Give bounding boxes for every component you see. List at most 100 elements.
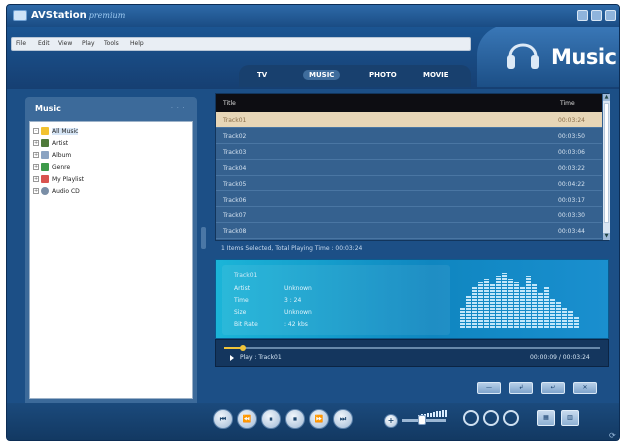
tab-photo[interactable]: PHOTO bbox=[363, 70, 403, 80]
menu-file[interactable]: File bbox=[16, 40, 26, 47]
tree-item-my-playlist[interactable]: + My Playlist bbox=[33, 174, 84, 184]
expand-icon[interactable]: - bbox=[33, 128, 39, 134]
tree-item-audio-cd[interactable]: + Audio CD bbox=[33, 186, 80, 196]
rewind-button[interactable]: ⏪ bbox=[237, 409, 257, 429]
tree-item-label: All Music bbox=[52, 127, 79, 135]
tree-item-all-music[interactable]: - All Music bbox=[33, 126, 79, 136]
scroll-down-icon[interactable]: ▼ bbox=[603, 233, 610, 240]
scroll-thumb[interactable] bbox=[604, 103, 609, 223]
seek-slider[interactable] bbox=[224, 345, 600, 351]
track-info-panel: Track01 Artist Unknown Time 3 : 24 Size … bbox=[215, 259, 609, 339]
track-duration: 00:03:50 bbox=[558, 132, 585, 140]
info-key: Bit Rate bbox=[234, 321, 258, 328]
expand-icon[interactable]: + bbox=[33, 140, 39, 146]
expand-icon[interactable]: + bbox=[33, 188, 39, 194]
skip-forward-button[interactable]: ⏭ bbox=[333, 409, 353, 429]
return-button[interactable]: ↲ bbox=[509, 382, 533, 394]
equalizer-bar bbox=[544, 287, 549, 328]
tree-item-label: Artist bbox=[52, 139, 69, 147]
now-playing-text: Play : Track01 bbox=[240, 354, 282, 361]
volume-meter-bar bbox=[436, 411, 438, 417]
volume-slider[interactable] bbox=[402, 415, 446, 425]
tab-movie[interactable]: MOVIE bbox=[417, 70, 455, 80]
menu-view[interactable]: View bbox=[58, 40, 72, 47]
resize-grip-icon[interactable]: ⟳ bbox=[609, 431, 616, 440]
pause-button[interactable]: ⏸ bbox=[261, 409, 281, 429]
library-panel-title: Music bbox=[35, 104, 61, 113]
headphones-icon bbox=[507, 43, 539, 69]
equalizer-bar bbox=[550, 299, 555, 328]
tree-item-label: Album bbox=[52, 151, 72, 159]
column-title[interactable]: Title bbox=[223, 100, 236, 107]
tree-item-album[interactable]: + Album bbox=[33, 150, 71, 160]
close-icon[interactable] bbox=[605, 10, 616, 21]
title-bar: AVStation premium bbox=[7, 5, 619, 27]
info-value: Unknown bbox=[284, 309, 312, 316]
minimize-icon[interactable] bbox=[577, 10, 588, 21]
volume-meter-bar bbox=[430, 412, 432, 417]
tree-item-genre[interactable]: + Genre bbox=[33, 162, 70, 172]
equalizer-bar bbox=[478, 282, 483, 328]
minimize-panel-button[interactable]: — bbox=[477, 382, 501, 394]
track-row[interactable]: Track06 00:03:17 bbox=[216, 192, 602, 208]
equalizer-bar bbox=[574, 316, 579, 328]
grid-view-button[interactable]: ▦ bbox=[537, 410, 555, 426]
fast-forward-button[interactable]: ⏩ bbox=[309, 409, 329, 429]
app-title: AVStation premium bbox=[31, 10, 126, 21]
column-time[interactable]: Time bbox=[560, 100, 575, 107]
info-key: Size bbox=[234, 309, 247, 316]
info-key: Time bbox=[234, 297, 249, 304]
expand-icon[interactable]: + bbox=[33, 152, 39, 158]
track-title: Track07 bbox=[223, 212, 247, 220]
close-panel-button[interactable]: ✕ bbox=[573, 382, 597, 394]
person-icon bbox=[41, 139, 49, 147]
vertical-scrollbar[interactable]: ▲ ▼ bbox=[603, 94, 610, 240]
genre-icon bbox=[41, 163, 49, 171]
equalizer-bar bbox=[490, 284, 495, 328]
tree-item-artist[interactable]: + Artist bbox=[33, 138, 68, 148]
playback-bar: Play : Track01 00:00:09 / 00:03:24 bbox=[215, 339, 609, 367]
mute-button[interactable]: + bbox=[384, 414, 398, 428]
expand-icon[interactable]: + bbox=[33, 164, 39, 170]
tree-item-label: Audio CD bbox=[52, 187, 80, 195]
menu-play[interactable]: Play bbox=[82, 40, 95, 47]
track-row[interactable]: Track07 00:03:30 bbox=[216, 207, 602, 224]
track-title: Track05 bbox=[223, 180, 247, 188]
track-row[interactable]: Track02 00:03:50 bbox=[216, 128, 602, 144]
stop-button[interactable]: ⏹ bbox=[285, 409, 305, 429]
menu-help[interactable]: Help bbox=[130, 40, 144, 47]
menu-tools[interactable]: Tools bbox=[104, 40, 119, 47]
restore-icon[interactable] bbox=[591, 10, 602, 21]
expand-icon[interactable]: + bbox=[33, 176, 39, 182]
repeat-one-icon[interactable] bbox=[483, 410, 499, 426]
equalizer-bar bbox=[502, 273, 507, 328]
equalizer-bar bbox=[568, 311, 573, 328]
skip-back-button[interactable]: ⏮ bbox=[213, 409, 233, 429]
panel-splitter[interactable] bbox=[201, 227, 206, 249]
track-row[interactable]: Track08 00:03:44 bbox=[216, 223, 602, 240]
repeat-icon[interactable] bbox=[463, 410, 479, 426]
track-duration: 00:03:44 bbox=[558, 228, 585, 236]
menu-edit[interactable]: Edit bbox=[38, 40, 50, 47]
volume-knob[interactable] bbox=[417, 415, 426, 425]
track-title: Track03 bbox=[223, 148, 247, 156]
seek-knob[interactable] bbox=[239, 345, 246, 351]
equalizer-bar bbox=[520, 287, 525, 328]
list-view-button[interactable]: ▥ bbox=[561, 410, 579, 426]
track-row[interactable]: Track04 00:03:22 bbox=[216, 160, 602, 176]
track-row[interactable]: Track01 00:03:24 bbox=[216, 112, 602, 128]
track-row[interactable]: Track05 00:04:22 bbox=[216, 176, 602, 192]
enter-button[interactable]: ↵ bbox=[541, 382, 565, 394]
tab-music[interactable]: MUSIC bbox=[303, 70, 341, 80]
library-tree: - All Music + Artist + Album + Genre + M… bbox=[29, 121, 193, 399]
scroll-up-icon[interactable]: ▲ bbox=[603, 94, 610, 101]
track-title: Track06 bbox=[223, 196, 247, 204]
track-row[interactable]: Track03 00:03:06 bbox=[216, 144, 602, 160]
equalizer-bar bbox=[514, 282, 519, 328]
shuffle-icon[interactable] bbox=[503, 410, 519, 426]
app-logo-icon bbox=[13, 10, 27, 21]
tab-tv[interactable]: TV bbox=[251, 70, 273, 80]
track-list: Title Time Track01 00:03:24 Track02 00:03:5… bbox=[215, 93, 610, 241]
track-title: Track08 bbox=[223, 228, 247, 236]
panel-grip-icon[interactable]: · · · bbox=[171, 105, 186, 112]
